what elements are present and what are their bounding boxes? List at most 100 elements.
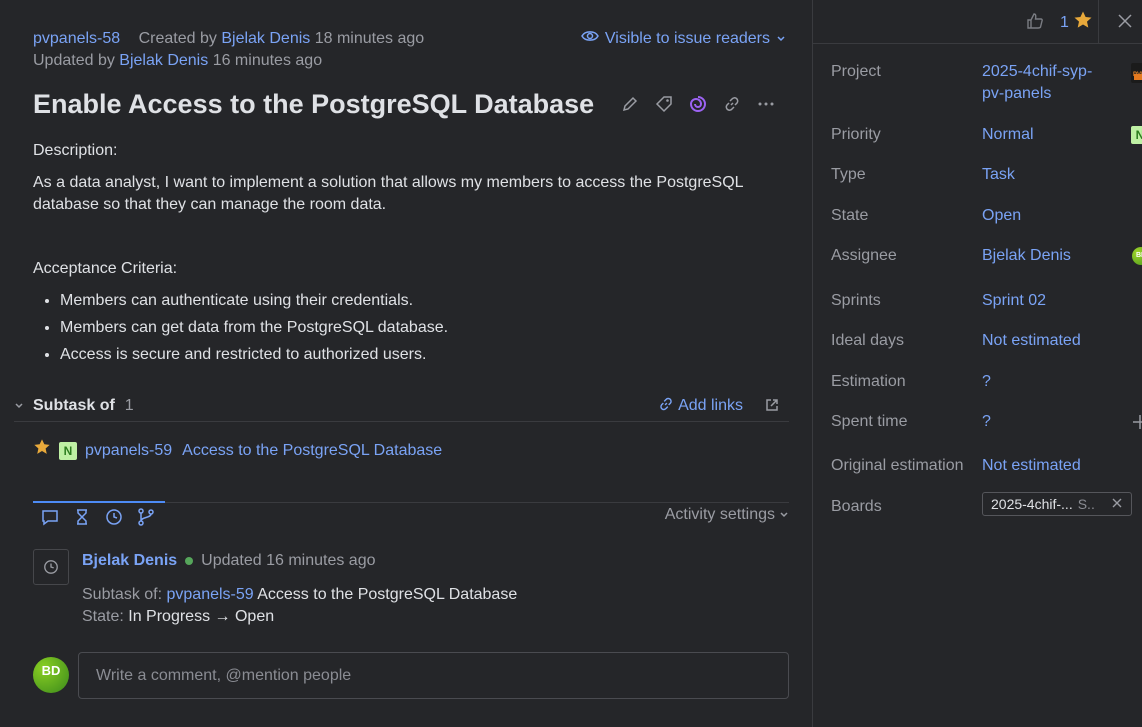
add-links-label: Add links: [678, 397, 743, 414]
criteria-list: Members can authenticate using their cre…: [60, 290, 793, 366]
activity-author-link[interactable]: Bjelak Denis: [82, 552, 177, 570]
chevron-down-icon: [779, 506, 789, 524]
project-link[interactable]: 2025-4chif-syp- pv-panels: [982, 61, 1092, 105]
field-label: Type: [831, 166, 866, 183]
subtask-section-label: Subtask of: [33, 396, 115, 414]
project-name-line1: 2025-4chif-syp-: [982, 63, 1093, 80]
field-value[interactable]: Normal: [982, 124, 1034, 146]
active-tab-indicator: [33, 501, 165, 503]
updated-time: 16 minutes ago: [212, 52, 323, 69]
field-value[interactable]: ?: [982, 411, 991, 433]
subtask-section-header[interactable]: Subtask of 1 Add links: [14, 390, 789, 422]
description-heading: Description:: [33, 142, 118, 159]
hourglass-tab-icon[interactable]: [73, 508, 91, 531]
close-icon[interactable]: [1116, 12, 1134, 35]
comment-tab-icon[interactable]: [41, 508, 59, 531]
avatar: BD: [1132, 247, 1142, 265]
issue-sidebar: 1 Project 2025-4chif-syp- pv-panels PVP …: [812, 0, 1142, 727]
visibility-label: Visible to issue readers: [604, 30, 770, 47]
created-prefix: Created by: [138, 30, 217, 47]
updater-link[interactable]: Bjelak Denis: [119, 52, 208, 69]
clock-tab-icon[interactable]: [105, 508, 123, 531]
vote-count: 1: [1060, 13, 1069, 31]
field-value[interactable]: Bjelak Denis: [982, 245, 1071, 267]
change-label: Subtask of:: [82, 586, 163, 603]
linked-issue-id[interactable]: pvpanels-59: [85, 440, 172, 462]
issue-title[interactable]: Enable Access to the PostgreSQL Database: [33, 86, 594, 122]
star-toggle[interactable]: 1: [1060, 10, 1093, 35]
field-value[interactable]: ?: [982, 371, 991, 393]
comment-composer: BD: [33, 652, 789, 699]
field-value[interactable]: Not estimated: [982, 330, 1081, 352]
avatar: BD: [33, 657, 69, 693]
field-label: Assignee: [831, 247, 897, 264]
thumbs-up-icon[interactable]: [1025, 11, 1045, 36]
change-issue-link[interactable]: pvpanels-59: [167, 586, 254, 603]
eye-icon: [581, 28, 599, 50]
field-label: State: [831, 207, 869, 224]
toolbar-divider: [1098, 0, 1099, 44]
priority-badge: N: [59, 441, 77, 460]
field-label: Sprints: [831, 292, 881, 309]
linked-issue-row[interactable]: N pvpanels-59 Access to the PostgreSQL D…: [33, 438, 442, 463]
updated-prefix: Updated by: [33, 52, 115, 69]
board-tag[interactable]: 2025-4chif-... S..: [982, 492, 1132, 516]
issue-main-panel: pvpanels-58 Created by Bjelak Denis 18 m…: [0, 0, 812, 727]
field-label: Original estimation: [831, 457, 964, 474]
state-change-value: In Progress → Open: [128, 608, 275, 625]
field-label: Boards: [831, 498, 882, 515]
chevron-down-icon[interactable]: [14, 399, 33, 413]
change-issue-title: Access to the PostgreSQL Database: [257, 586, 518, 603]
more-icon[interactable]: [756, 94, 776, 114]
issue-id-link[interactable]: pvpanels-58: [33, 30, 120, 47]
visibility-dropdown[interactable]: Visible to issue readers: [581, 28, 786, 50]
field-label: Estimation: [831, 373, 906, 390]
online-status-dot: [185, 557, 194, 565]
add-links-button[interactable]: Add links: [658, 390, 743, 422]
pencil-icon[interactable]: [620, 94, 640, 114]
activity-settings-label: Activity settings: [664, 506, 775, 523]
created-time: 18 minutes ago: [314, 30, 425, 47]
vcs-branch-tab-icon[interactable]: [137, 508, 155, 531]
close-icon[interactable]: [1111, 493, 1123, 515]
criteria-item: Members can get data from the PostgreSQL…: [60, 317, 793, 339]
link-icon[interactable]: [722, 94, 742, 114]
criteria-item: Members can authenticate using their cre…: [60, 290, 793, 312]
activity-settings-dropdown[interactable]: Activity settings: [665, 506, 789, 524]
add-spent-time-icon[interactable]: [1131, 413, 1142, 438]
criteria-item: Access is secure and restricted to autho…: [60, 344, 793, 366]
comment-input[interactable]: [78, 652, 789, 699]
field-value[interactable]: Sprint 02: [982, 290, 1046, 312]
star-icon: [1073, 10, 1093, 35]
field-label: Spent time: [831, 413, 908, 430]
linked-issue-title[interactable]: Access to the PostgreSQL Database: [182, 440, 442, 462]
field-value[interactable]: Not estimated: [982, 455, 1081, 477]
activity-tabs: Activity settings: [33, 501, 789, 531]
project-logo-icon: PVP: [1131, 63, 1142, 83]
field-label: Project: [831, 63, 881, 80]
activity-action: Updated 16 minutes ago: [201, 552, 376, 569]
sidebar-toolbar: 1: [813, 0, 1142, 44]
issue-description: Description: As a data analyst, I want t…: [33, 140, 793, 371]
title-actions: [620, 94, 776, 114]
star-icon[interactable]: [33, 438, 51, 463]
board-sprint: S..: [1077, 496, 1095, 512]
state-change-label: State:: [82, 608, 124, 625]
field-label: Ideal days: [831, 332, 904, 349]
ai-assistant-icon[interactable]: [688, 94, 708, 114]
field-value[interactable]: Task: [982, 164, 1015, 186]
description-body: As a data analyst, I want to implement a…: [33, 174, 743, 213]
creator-link[interactable]: Bjelak Denis: [221, 30, 310, 47]
subtask-count: 1: [124, 396, 134, 414]
project-name-line2: pv-panels: [982, 85, 1052, 102]
criteria-heading: Acceptance Criteria:: [33, 260, 178, 277]
external-link-icon[interactable]: [763, 396, 781, 419]
field-label: Priority: [831, 126, 881, 143]
priority-badge: N: [1131, 126, 1142, 144]
tag-icon[interactable]: [654, 94, 674, 114]
board-name: 2025-4chif-...: [991, 496, 1073, 512]
field-value[interactable]: Open: [982, 205, 1021, 227]
link-icon: [658, 396, 674, 417]
clock-icon: [33, 549, 69, 585]
chevron-down-icon: [776, 28, 786, 50]
